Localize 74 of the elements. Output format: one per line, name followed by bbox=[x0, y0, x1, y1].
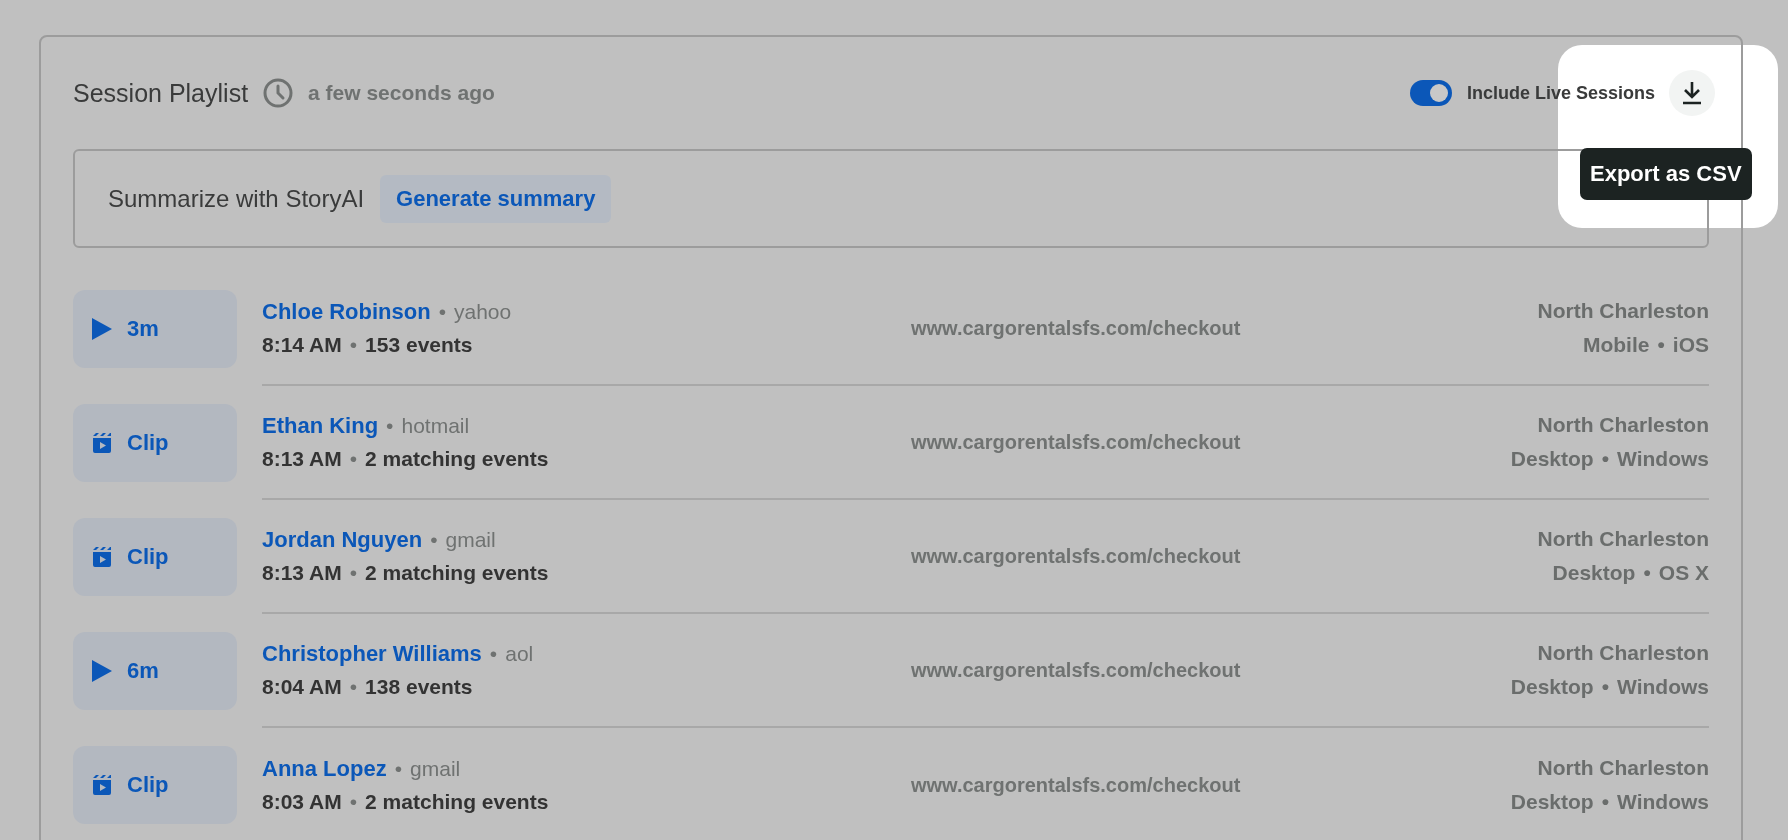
user-name-link[interactable]: Christopher Williams bbox=[262, 641, 482, 667]
play-icon bbox=[91, 659, 113, 683]
clip-button[interactable]: Clip bbox=[73, 404, 237, 482]
separator-dot: • bbox=[386, 414, 394, 438]
event-count: 153 events bbox=[365, 333, 473, 357]
operating-system: iOS bbox=[1672, 333, 1709, 357]
updated-time: a few seconds ago bbox=[308, 81, 495, 105]
separator-dot: • bbox=[1643, 561, 1651, 585]
city: North Charleston bbox=[1537, 299, 1709, 323]
session-time: 8:13 AM bbox=[262, 447, 342, 471]
separator-dot: • bbox=[1601, 447, 1610, 471]
operating-system: OS X bbox=[1658, 561, 1709, 585]
page-url: www.cargorentalsfs.com/checkout bbox=[911, 544, 1242, 568]
email-provider: yahoo bbox=[454, 300, 512, 324]
session-time: 8:13 AM bbox=[262, 561, 342, 585]
city: North Charleston bbox=[1537, 756, 1709, 780]
separator-dot: • bbox=[349, 447, 358, 471]
user-name-link[interactable]: Jordan Nguyen bbox=[262, 527, 423, 553]
separator-dot: • bbox=[1601, 790, 1610, 814]
separator-dot: • bbox=[1657, 333, 1665, 357]
separator-dot: • bbox=[430, 528, 438, 552]
generate-summary-button[interactable]: Generate summary bbox=[380, 174, 612, 223]
separator-dot: • bbox=[349, 561, 358, 585]
session-time: 8:04 AM bbox=[262, 675, 342, 699]
summary-label: Summarize with StoryAI bbox=[108, 184, 365, 213]
separator-dot: • bbox=[394, 757, 403, 781]
separator-dot: • bbox=[349, 675, 358, 699]
session-time: 8:03 AM bbox=[262, 790, 342, 814]
device-type: Desktop bbox=[1510, 447, 1594, 471]
clip-button[interactable]: Clip bbox=[73, 518, 237, 596]
separator-dot: • bbox=[349, 333, 358, 357]
page-url: www.cargorentalsfs.com/checkout bbox=[911, 773, 1242, 797]
page-url: www.cargorentalsfs.com/checkout bbox=[911, 430, 1242, 454]
play-icon bbox=[91, 317, 113, 341]
play-button[interactable]: 3m bbox=[73, 290, 237, 368]
operating-system: Windows bbox=[1617, 790, 1709, 814]
city: North Charleston bbox=[1537, 413, 1709, 437]
event-count: 2 matching events bbox=[365, 561, 549, 585]
device-type: Mobile bbox=[1582, 333, 1650, 357]
email-provider: hotmail bbox=[401, 414, 470, 438]
operating-system: Windows bbox=[1617, 675, 1709, 699]
panel-title: Session Playlist bbox=[73, 78, 249, 108]
event-count: 2 matching events bbox=[365, 447, 549, 471]
page-url: www.cargorentalsfs.com/checkout bbox=[911, 658, 1242, 682]
city: North Charleston bbox=[1537, 641, 1709, 665]
separator-dot: • bbox=[438, 300, 446, 324]
city: North Charleston bbox=[1537, 527, 1709, 551]
user-name-link[interactable]: Ethan King bbox=[262, 413, 379, 439]
separator-dot: • bbox=[1601, 675, 1610, 699]
email-provider: gmail bbox=[445, 528, 496, 552]
event-count: 138 events bbox=[365, 675, 473, 699]
separator-dot: • bbox=[489, 642, 498, 666]
toggle-label: Include Live Sessions bbox=[1466, 82, 1655, 104]
download-icon bbox=[1681, 81, 1703, 105]
page-url: www.cargorentalsfs.com/checkout bbox=[911, 316, 1242, 340]
session-time: 8:14 AM bbox=[262, 333, 342, 357]
separator-dot: • bbox=[349, 790, 358, 814]
operating-system: Windows bbox=[1617, 447, 1709, 471]
email-provider: gmail bbox=[410, 757, 461, 781]
play-button[interactable]: 6m bbox=[73, 632, 237, 710]
device-type: Desktop bbox=[1552, 561, 1636, 585]
event-count: 2 matching events bbox=[365, 790, 549, 814]
device-type: Desktop bbox=[1510, 675, 1594, 699]
email-provider: aol bbox=[505, 642, 534, 666]
user-name-link[interactable]: Anna Lopez bbox=[262, 756, 387, 782]
user-name-link[interactable]: Chloe Robinson bbox=[262, 299, 431, 325]
clip-button[interactable]: Clip bbox=[73, 746, 237, 824]
live-sessions-toggle[interactable] bbox=[1409, 80, 1452, 106]
device-type: Desktop bbox=[1510, 790, 1594, 814]
clip-icon bbox=[91, 774, 113, 796]
clip-icon bbox=[91, 546, 113, 568]
clock-icon bbox=[262, 77, 295, 109]
clip-icon bbox=[91, 432, 113, 454]
export-tooltip: Export as CSV bbox=[1580, 148, 1752, 200]
